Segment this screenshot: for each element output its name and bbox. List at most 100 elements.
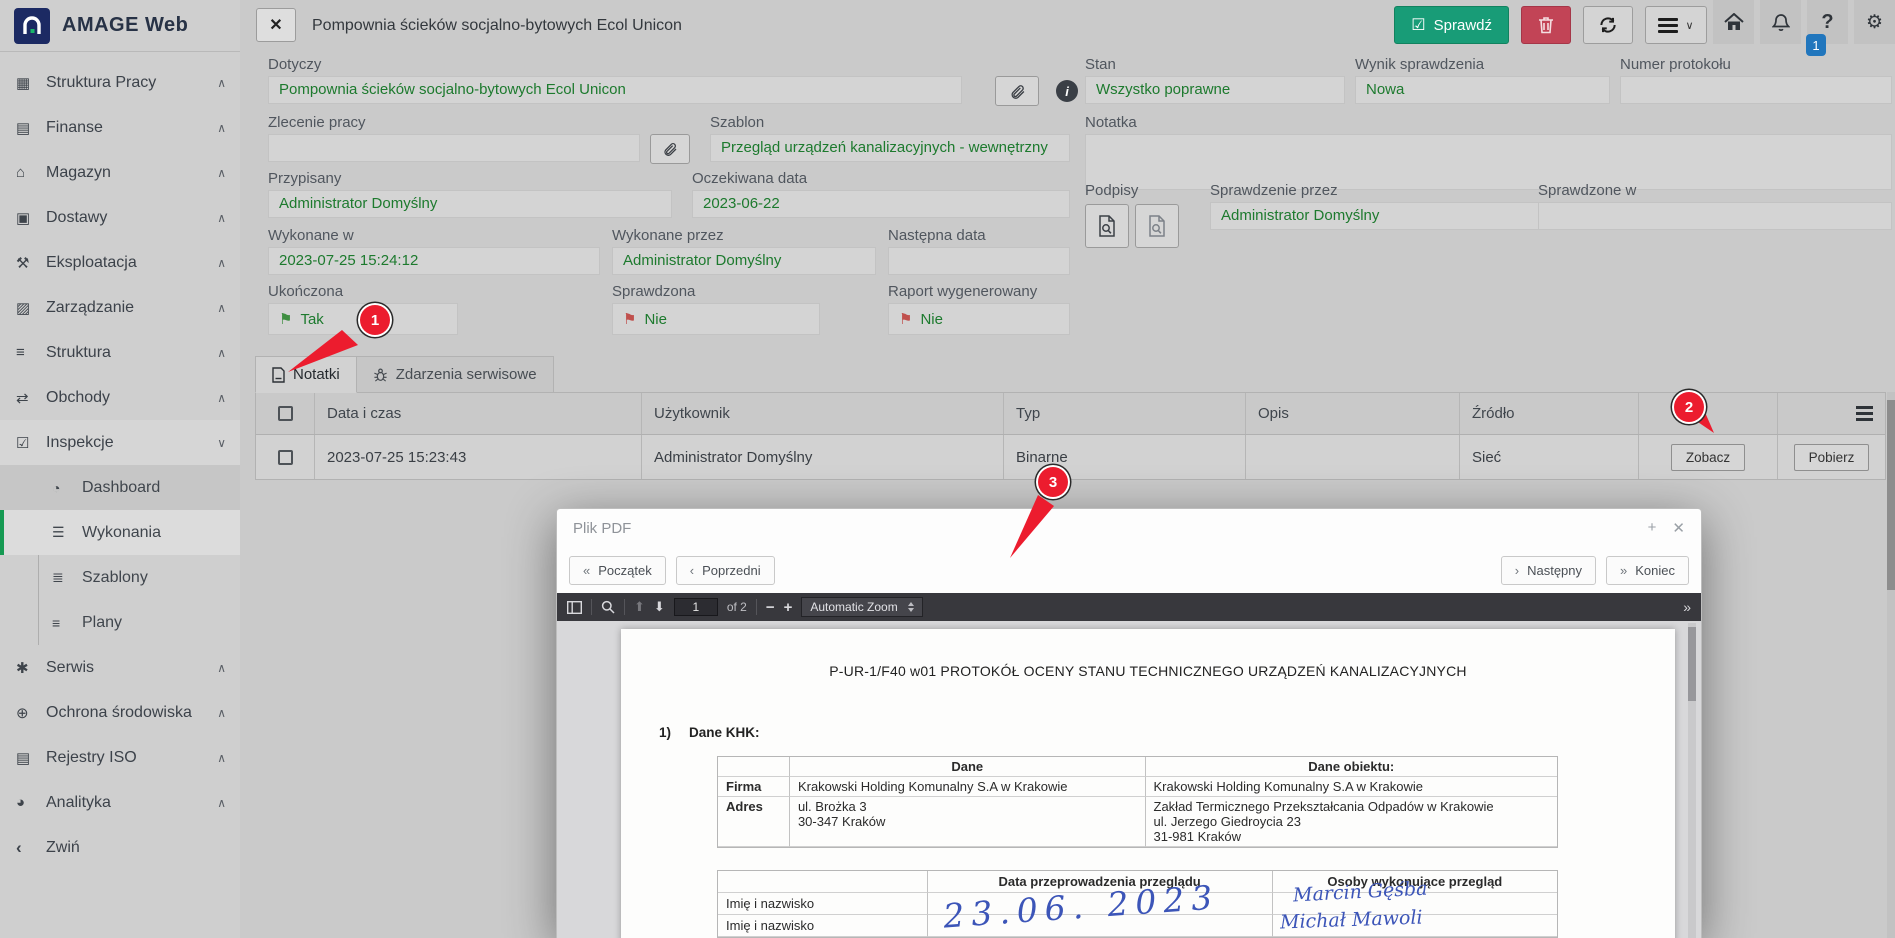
pdf-scrollbar-thumb[interactable] (1688, 627, 1696, 701)
actions-menu-button[interactable]: ∨ (1645, 6, 1707, 44)
szablon-value[interactable]: Przegląd urządzeń kanalizacyjnych - wewn… (710, 134, 1070, 162)
numer-protokolu-value[interactable] (1620, 76, 1892, 104)
sidebar-item-wykonania[interactable]: ☰Wykonania (0, 510, 240, 555)
notifications-button[interactable] (1760, 0, 1801, 44)
col-header-desc[interactable]: Opis (1246, 393, 1460, 434)
sidebar-item-eksploatacja[interactable]: ⚒Eksploatacja∧ (0, 240, 240, 285)
pdf-scrollbar[interactable] (1688, 623, 1696, 938)
callout-3-arrow (1000, 492, 1062, 562)
przypisany-value[interactable]: Administrator Domyślny (268, 190, 672, 218)
wykonane-przez-field-group: Wykonane przez Administrator Domyślny (612, 227, 876, 275)
col-header-datetime[interactable]: Data i czas (315, 393, 642, 434)
sidebar-item-szablony[interactable]: ≣Szablony (0, 555, 240, 600)
page-scrollbar[interactable] (1887, 392, 1895, 938)
tab-zdarzenia-serwisowe[interactable]: Zdarzenia serwisowe (357, 356, 554, 393)
rounds-icon: ⇄ (16, 389, 46, 407)
t1-header-obiekt: Dane obiektu: (1146, 757, 1558, 777)
zoom-out-icon[interactable]: − (766, 599, 775, 616)
dotyczy-link-button[interactable] (995, 76, 1039, 106)
next-page-button[interactable]: ›Następny (1501, 556, 1596, 585)
zoom-in-icon[interactable]: + (784, 599, 793, 616)
row-checkbox[interactable] (278, 450, 293, 465)
last-page-button[interactable]: »Koniec (1606, 556, 1689, 585)
home-icon (1724, 13, 1744, 31)
sprawdzona-value: ⚑Nie (612, 303, 820, 335)
signature-preview-button-2[interactable] (1135, 204, 1179, 248)
sprawdzenie-przez-value[interactable]: Administrator Domyślny (1210, 202, 1545, 230)
view-button[interactable]: Zobacz (1671, 444, 1745, 471)
factory-icon: ⚒ (16, 254, 46, 272)
page-title: Pompownia ścieków socjalno-bytowych Ecol… (312, 17, 682, 35)
info-icon[interactable]: i (1056, 80, 1078, 102)
settings-button[interactable]: ⚙ (1854, 0, 1895, 44)
wykonane-przez-value[interactable]: Administrator Domyślny (612, 247, 876, 275)
zoom-level-select[interactable]: Automatic Zoom (801, 597, 922, 617)
page-number-input[interactable] (674, 598, 718, 616)
sidebar-item-obchody[interactable]: ⇄Obchody∧ (0, 375, 240, 420)
sidebar-item-finanse[interactable]: ▤Finanse∧ (0, 105, 240, 150)
document-search-icon (1147, 215, 1167, 237)
sidebar-item-serwis[interactable]: ✱Serwis∧ (0, 645, 240, 690)
close-icon[interactable]: ✕ (1672, 519, 1685, 537)
prev-page-button[interactable]: ‹Poprzedni (676, 556, 775, 585)
page-count-label: of 2 (727, 600, 747, 614)
check-button[interactable]: ☑Sprawdź (1394, 6, 1509, 44)
sidebar-item-plany[interactable]: ≡Plany (0, 600, 240, 645)
sidebar-item-dashboard[interactable]: ◔Dashboard (0, 465, 240, 510)
download-button[interactable]: Pobierz (1794, 444, 1870, 471)
t2-name-label-1: Imię i nazwisko (718, 893, 928, 915)
sidebar-item-struktura[interactable]: ≡Struktura∧ (0, 330, 240, 375)
notes-table: Data i czas Użytkownik Typ Opis Źródło 2… (255, 392, 1886, 480)
amage-logo-icon (14, 8, 50, 44)
sidebar-collapse[interactable]: ‹Zwiń (0, 825, 240, 870)
sidebar-item-ochrona-srodowiska[interactable]: ⊕Ochrona środowiska∧ (0, 690, 240, 735)
wynik-field-group: Wynik sprawdzenia Nowa (1355, 56, 1610, 104)
column-options-icon[interactable] (1856, 406, 1873, 421)
wynik-value[interactable]: Nowa (1355, 76, 1610, 104)
select-all-checkbox[interactable] (278, 406, 293, 421)
app-title: AMAGE Web (62, 14, 188, 37)
sidebar-toggle-icon[interactable] (567, 601, 582, 614)
sidebar-item-dostawy[interactable]: ▣Dostawy∧ (0, 195, 240, 240)
szablon-label: Szablon (710, 114, 1070, 134)
sidebar-item-struktura-pracy[interactable]: ▦Struktura Pracy∧ (0, 60, 240, 105)
sidebar-item-rejestry-iso[interactable]: ▤Rejestry ISO∧ (0, 735, 240, 780)
zlecenie-value[interactable] (268, 134, 640, 162)
signature-preview-button[interactable] (1085, 204, 1129, 248)
sidebar-item-analityka[interactable]: ◕Analityka∧ (0, 780, 240, 825)
dotyczy-value[interactable]: Pompownia ścieków socjalno-bytowych Ecol… (268, 76, 962, 104)
chevron-up-icon: ∧ (217, 76, 226, 90)
delete-button[interactable] (1521, 6, 1571, 44)
sidebar-item-zarzadzanie[interactable]: ▨Zarządzanie∧ (0, 285, 240, 330)
scrollbar-thumb[interactable] (1887, 400, 1895, 590)
first-page-button[interactable]: «Początek (569, 556, 666, 585)
nastepna-value[interactable] (888, 247, 1070, 275)
sidebar-item-magazyn[interactable]: ⌂Magazyn∧ (0, 150, 240, 195)
oczekiwana-value[interactable]: 2023-06-22 (692, 190, 1070, 218)
nastepna-label: Następna data (888, 227, 1070, 247)
col-header-user[interactable]: Użytkownik (642, 393, 1004, 434)
app-logo[interactable]: AMAGE Web (0, 0, 240, 52)
close-record-button[interactable]: ✕ (256, 8, 296, 42)
col-header-type[interactable]: Typ (1004, 393, 1246, 434)
wykonane-w-value[interactable]: 2023-07-25 15:24:12 (268, 247, 600, 275)
stan-value[interactable]: Wszystko poprawne (1085, 76, 1345, 104)
chevron-left-icon: ‹ (16, 838, 46, 858)
sprawdzone-w-value[interactable] (1538, 202, 1892, 230)
col-header-source[interactable]: Źródło (1460, 393, 1639, 434)
page-up-icon[interactable]: ⬆ (634, 599, 645, 615)
refresh-button[interactable] (1583, 6, 1633, 44)
expand-icon[interactable]: + (1648, 519, 1657, 537)
chevron-up-icon: ∧ (217, 256, 226, 270)
zlecenie-link-button[interactable] (650, 134, 690, 164)
szablon-field-group: Szablon Przegląd urządzeń kanalizacyjnyc… (710, 114, 1070, 162)
table-row[interactable]: 2023-07-25 15:23:43 Administrator Domyśl… (256, 435, 1885, 479)
sidebar-item-inspekcje[interactable]: ☑Inspekcje∨ (0, 420, 240, 465)
search-icon[interactable] (601, 600, 615, 614)
wykonane-w-label: Wykonane w (268, 227, 600, 247)
home-button[interactable] (1713, 0, 1754, 44)
page-down-icon[interactable]: ⬇ (654, 599, 665, 615)
globe-icon: ⊕ (16, 704, 46, 722)
toolbar-more-icon[interactable]: » (1683, 599, 1691, 615)
cell-desc (1246, 435, 1460, 479)
